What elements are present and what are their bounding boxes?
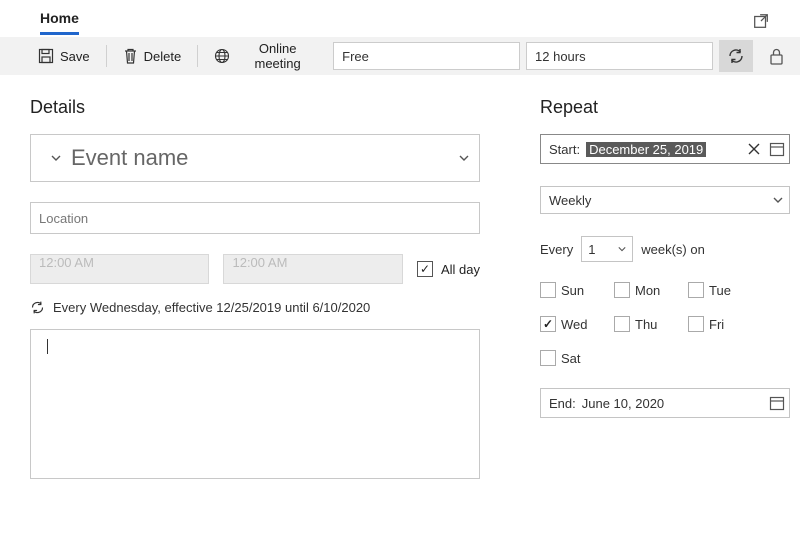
- day-mon[interactable]: Mon: [614, 282, 666, 298]
- day-label: Sun: [561, 283, 584, 298]
- checkbox-icon: [417, 261, 433, 277]
- all-day-label: All day: [441, 262, 480, 277]
- every-label: Every: [540, 242, 573, 257]
- trash-icon: [123, 48, 138, 64]
- clear-icon[interactable]: [745, 142, 763, 156]
- end-date-value: June 10, 2020: [582, 396, 664, 411]
- end-label: End:: [549, 396, 576, 411]
- checkbox-icon: [614, 316, 630, 332]
- day-label: Fri: [709, 317, 724, 332]
- repeat-start-field[interactable]: Start: December 25, 2019: [540, 134, 790, 164]
- text-cursor: [47, 339, 48, 354]
- delete-label: Delete: [144, 49, 182, 64]
- interval-value: 1: [588, 242, 595, 257]
- chevron-down-icon: [773, 195, 783, 205]
- event-name-row: [30, 134, 480, 182]
- private-button[interactable]: [759, 40, 794, 72]
- unit-label: week(s) on: [641, 242, 705, 257]
- day-label: Sat: [561, 351, 581, 366]
- day-fri[interactable]: Fri: [688, 316, 740, 332]
- all-day-toggle[interactable]: All day: [417, 261, 480, 277]
- day-wed[interactable]: Wed: [540, 316, 592, 332]
- interval-stepper[interactable]: 1: [581, 236, 633, 262]
- chevron-down-icon[interactable]: [51, 153, 61, 163]
- calendar-icon[interactable]: [769, 141, 785, 157]
- day-label: Wed: [561, 317, 588, 332]
- location-input[interactable]: [30, 202, 480, 234]
- repeat-heading: Repeat: [540, 97, 790, 118]
- day-thu[interactable]: Thu: [614, 316, 666, 332]
- day-label: Thu: [635, 317, 657, 332]
- checkbox-icon: [540, 350, 556, 366]
- reminder-select[interactable]: [526, 42, 713, 70]
- details-heading: Details: [30, 97, 480, 118]
- lock-icon: [769, 48, 784, 65]
- show-as-select[interactable]: [333, 42, 520, 70]
- notes-textarea[interactable]: [30, 329, 480, 479]
- delete-button[interactable]: Delete: [115, 44, 190, 68]
- start-label: Start:: [549, 142, 580, 157]
- day-tue[interactable]: Tue: [688, 282, 740, 298]
- checkbox-icon: [540, 282, 556, 298]
- recurrence-button[interactable]: [719, 40, 754, 72]
- checkbox-icon: [688, 282, 704, 298]
- interval-row: Every 1 week(s) on: [540, 236, 790, 262]
- save-icon: [38, 48, 54, 64]
- start-time-select: 12:00 AM: [30, 254, 209, 284]
- repeat-end-field[interactable]: End: June 10, 2020: [540, 388, 790, 418]
- end-time-select: 12:00 AM: [223, 254, 402, 284]
- day-label: Mon: [635, 283, 660, 298]
- separator: [106, 45, 107, 67]
- recurrence-icon: [30, 300, 45, 315]
- day-sun[interactable]: Sun: [540, 282, 592, 298]
- online-meeting-label: Online meeting: [236, 41, 319, 71]
- save-label: Save: [60, 49, 90, 64]
- event-name-input[interactable]: [71, 145, 439, 171]
- day-sat[interactable]: Sat: [540, 350, 592, 366]
- online-meeting-button[interactable]: Online meeting: [206, 37, 327, 75]
- save-button[interactable]: Save: [30, 44, 98, 68]
- start-time-value: 12:00 AM: [39, 255, 94, 270]
- checkbox-icon: [688, 316, 704, 332]
- recurrence-summary: Every Wednesday, effective 12/25/2019 un…: [30, 300, 480, 315]
- day-label: Tue: [709, 283, 731, 298]
- popout-icon[interactable]: [752, 12, 770, 30]
- toolbar: Save Delete Online meeting: [0, 37, 800, 75]
- checkbox-icon: [614, 282, 630, 298]
- end-time-value: 12:00 AM: [232, 255, 287, 270]
- tab-home[interactable]: Home: [40, 6, 79, 35]
- recurrence-icon: [727, 47, 745, 65]
- start-date-value: December 25, 2019: [586, 142, 706, 157]
- globe-icon: [214, 48, 230, 64]
- separator: [197, 45, 198, 67]
- recurrence-text: Every Wednesday, effective 12/25/2019 un…: [53, 300, 370, 315]
- chevron-down-icon[interactable]: [459, 153, 469, 163]
- chevron-down-icon: [618, 245, 626, 253]
- checkbox-icon: [540, 316, 556, 332]
- calendar-icon[interactable]: [769, 395, 785, 411]
- frequency-value: Weekly: [549, 193, 591, 208]
- weekday-picker: Sun Mon Tue Wed Thu Fri Sat: [540, 282, 790, 366]
- frequency-select[interactable]: Weekly: [540, 186, 790, 214]
